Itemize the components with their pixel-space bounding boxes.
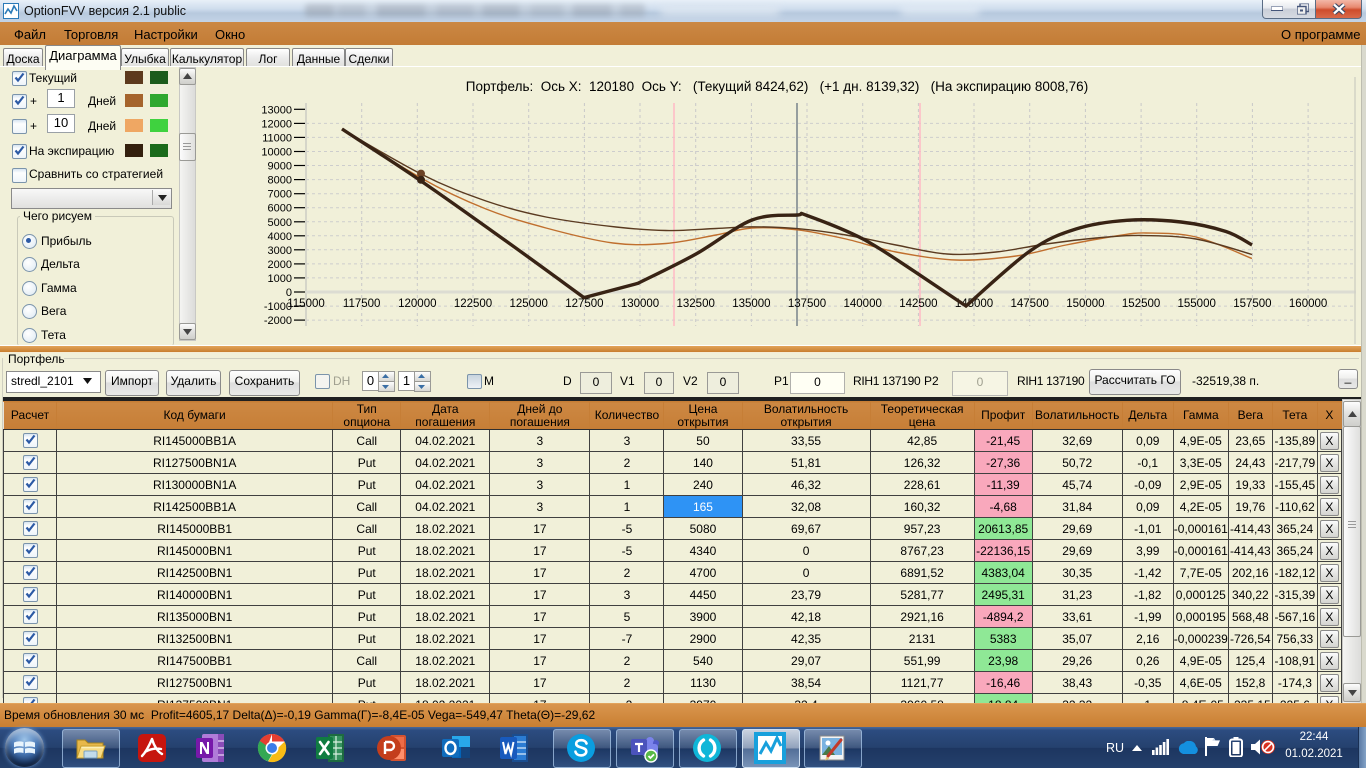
- svg-text:13000: 13000: [261, 104, 292, 116]
- svg-text:1000: 1000: [268, 273, 292, 285]
- svg-text:155000: 155000: [1178, 298, 1216, 310]
- svg-text:122500: 122500: [454, 298, 492, 310]
- svg-text:147500: 147500: [1011, 298, 1049, 310]
- svg-text:120000: 120000: [398, 298, 436, 310]
- svg-text:152500: 152500: [1122, 298, 1160, 310]
- svg-text:137500: 137500: [788, 298, 826, 310]
- svg-text:10000: 10000: [261, 147, 292, 159]
- svg-text:130000: 130000: [621, 298, 659, 310]
- svg-text:-2000: -2000: [264, 315, 292, 327]
- svg-text:7000: 7000: [268, 189, 292, 201]
- svg-text:Портфель: Ось X: 120180 Ось: Портфель: Ось X: 120180 Ось Y: (Текущий …: [466, 79, 1088, 94]
- svg-text:132500: 132500: [677, 298, 715, 310]
- svg-text:135000: 135000: [732, 298, 770, 310]
- svg-text:127500: 127500: [565, 298, 603, 310]
- svg-text:8000: 8000: [268, 175, 292, 187]
- svg-text:157500: 157500: [1233, 298, 1271, 310]
- svg-text:2000: 2000: [268, 259, 292, 271]
- svg-text:125000: 125000: [510, 298, 548, 310]
- svg-text:115000: 115000: [287, 298, 325, 310]
- svg-text:142500: 142500: [899, 298, 937, 310]
- svg-text:160000: 160000: [1289, 298, 1327, 310]
- svg-text:3000: 3000: [268, 245, 292, 257]
- svg-text:4000: 4000: [268, 231, 292, 243]
- svg-text:12000: 12000: [261, 118, 292, 130]
- svg-text:9000: 9000: [268, 161, 292, 173]
- svg-text:140000: 140000: [844, 298, 882, 310]
- svg-text:5000: 5000: [268, 217, 292, 229]
- svg-text:11000: 11000: [262, 132, 292, 144]
- svg-text:117500: 117500: [343, 298, 381, 310]
- svg-text:6000: 6000: [268, 203, 292, 215]
- svg-text:150000: 150000: [1066, 298, 1104, 310]
